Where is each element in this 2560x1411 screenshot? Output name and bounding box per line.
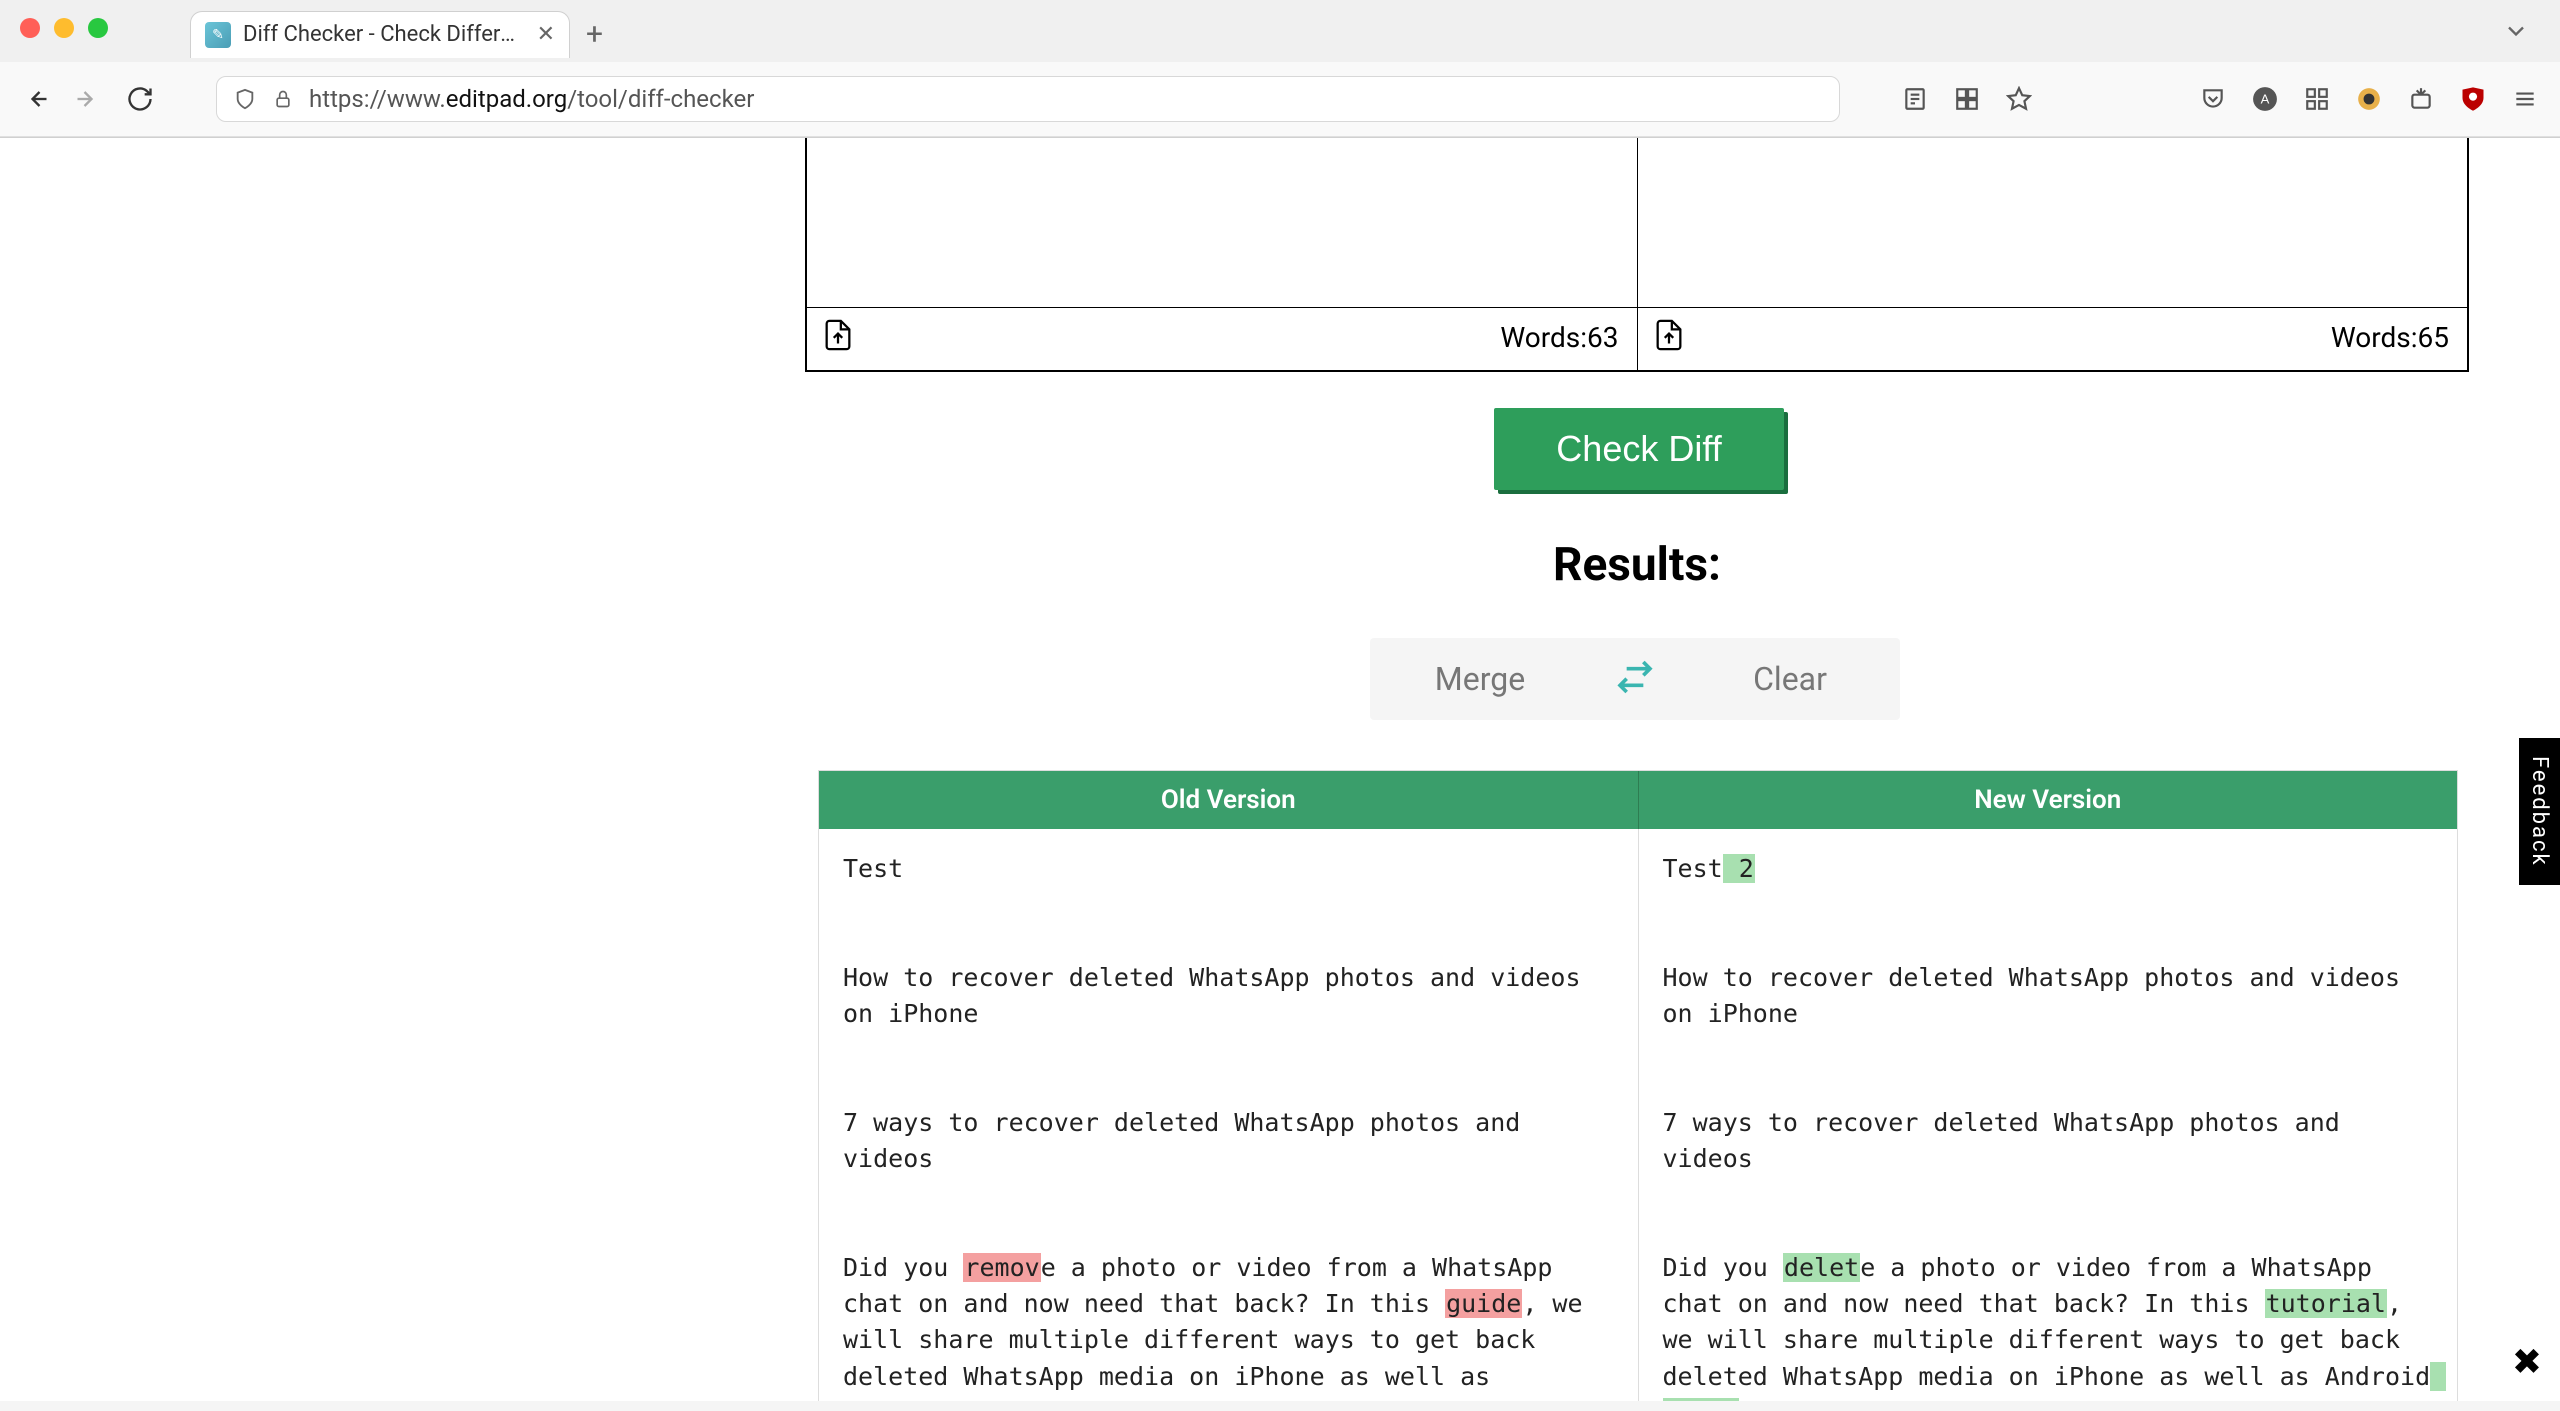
forward-button[interactable] [72, 83, 104, 115]
back-button[interactable] [20, 83, 52, 115]
upload-left-icon[interactable] [821, 318, 855, 356]
lock-icon [271, 87, 295, 111]
page-content: Words:63 Words:65 Check Diff Results: Me… [0, 138, 2560, 1401]
notepad-icon: ✎ [205, 22, 231, 48]
upload-right-icon[interactable] [1652, 318, 1686, 356]
extensions-icon[interactable] [2302, 84, 2332, 114]
left-input-footer: Words:63 [807, 308, 1637, 370]
old-version-header: Old Version [819, 771, 1639, 829]
swap-icon [1615, 657, 1655, 701]
app-menu-icon[interactable] [2510, 84, 2540, 114]
clear-button[interactable]: Clear [1680, 638, 1900, 720]
new-version-column: Test 2 How to recover deleted WhatsApp p… [1639, 829, 2458, 1401]
svg-text:A: A [2261, 91, 2270, 106]
nav-bar: https://www.editpad.org/tool/diff-checke… [0, 62, 2560, 137]
toolbar-right: A [1900, 84, 2540, 114]
results-heading: Results: [805, 538, 2469, 592]
right-input-footer: Words:65 [1638, 308, 2468, 370]
window-controls [0, 0, 128, 38]
left-input-column: Words:63 [807, 138, 1638, 370]
new-version-header: New Version [1639, 771, 2458, 829]
right-input-column: Words:65 [1638, 138, 2468, 370]
bookmark-star-icon[interactable] [2004, 84, 2034, 114]
close-ad-icon[interactable]: ✖ [2512, 1341, 2542, 1383]
merge-button[interactable]: Merge [1370, 638, 1590, 720]
diff-results-table: Old Version New Version Test How to reco… [818, 770, 2458, 1401]
diff-removed: guide [1445, 1289, 1522, 1318]
diff-table-body: Test How to recover deleted WhatsApp pho… [819, 829, 2457, 1401]
extension-a-icon[interactable] [2354, 84, 2384, 114]
browser-tab[interactable]: ✎ Diff Checker - Check Difference ✕ [190, 11, 570, 58]
address-bar[interactable]: https://www.editpad.org/tool/diff-checke… [216, 76, 1840, 122]
reader-mode-icon[interactable] [1900, 84, 1930, 114]
close-tab-icon[interactable]: ✕ [537, 22, 555, 47]
tabs-dropdown-icon[interactable] [2502, 17, 2530, 51]
left-textarea[interactable] [807, 138, 1637, 308]
diff-table-header: Old Version New Version [819, 771, 2457, 829]
diff-added: delet [1783, 1253, 1860, 1282]
old-version-column: Test How to recover deleted WhatsApp pho… [819, 829, 1639, 1401]
browser-chrome: ✎ Diff Checker - Check Difference ✕ + ht… [0, 0, 2560, 138]
new-tab-button[interactable]: + [586, 17, 603, 52]
reload-button[interactable] [124, 83, 156, 115]
window-maximize[interactable] [88, 18, 108, 38]
window-minimize[interactable] [54, 18, 74, 38]
swap-button[interactable] [1590, 657, 1680, 701]
results-actions: Merge Clear [1370, 638, 1900, 720]
tab-title: Diff Checker - Check Difference [243, 22, 525, 47]
pocket-icon[interactable] [2198, 84, 2228, 114]
left-word-count: Words:63 [1500, 321, 1618, 354]
diff-removed: remov [963, 1253, 1040, 1282]
feedback-tab[interactable]: Feedback [2519, 738, 2560, 885]
container-icon[interactable] [1952, 84, 1982, 114]
right-word-count: Words:65 [2331, 321, 2449, 354]
check-diff-button[interactable]: Check Diff [1494, 408, 1784, 490]
diff-added: 2 [1723, 854, 1755, 883]
shield-icon [233, 87, 257, 111]
account-icon[interactable]: A [2250, 84, 2280, 114]
diff-added: tutorial [2265, 1289, 2387, 1318]
input-panels: Words:63 Words:65 [805, 138, 2469, 372]
ublock-icon[interactable] [2458, 84, 2488, 114]
window-close[interactable] [20, 18, 40, 38]
extension-b-icon[interactable] [2406, 84, 2436, 114]
tab-bar: ✎ Diff Checker - Check Difference ✕ + [0, 6, 2560, 62]
url-text: https://www.editpad.org/tool/diff-checke… [309, 85, 754, 113]
right-textarea[interactable] [1638, 138, 2468, 308]
